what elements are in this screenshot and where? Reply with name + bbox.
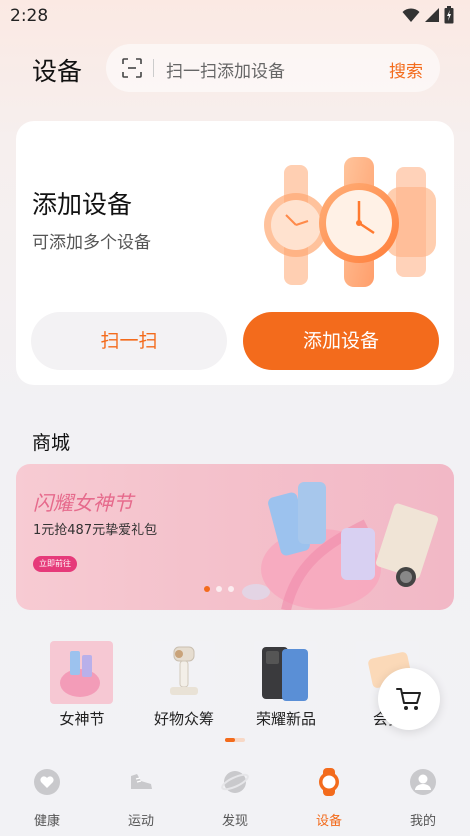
battery-icon bbox=[444, 6, 454, 24]
shortcut-crowdfunding[interactable]: 好物众筹 bbox=[134, 636, 234, 732]
scan-icon[interactable] bbox=[122, 58, 142, 78]
promo-cta-button[interactable]: 立即前往 bbox=[33, 556, 77, 572]
promo-subtitle: 1元抢487元挚爱礼包 bbox=[33, 523, 158, 538]
tab-label: 我的 bbox=[409, 814, 436, 829]
tab-label: 设备 bbox=[315, 814, 342, 829]
cart-button[interactable] bbox=[378, 668, 440, 730]
add-device-title: 添加设备 bbox=[32, 190, 133, 219]
search-divider bbox=[153, 59, 154, 77]
new-phone-thumb bbox=[254, 641, 317, 704]
banner-dot-3 bbox=[228, 586, 234, 592]
shortcut-new-products[interactable]: 荣耀新品 bbox=[236, 636, 336, 732]
planet-icon bbox=[221, 771, 249, 793]
tab-label: 运动 bbox=[127, 814, 154, 829]
cellular-signal-icon bbox=[425, 8, 439, 22]
shortcut-label: 好物众筹 bbox=[153, 710, 214, 728]
watch-icon bbox=[319, 768, 339, 796]
page-indicator-active bbox=[225, 738, 235, 742]
tab-health[interactable]: 健康 bbox=[0, 768, 94, 829]
tab-profile[interactable]: 我的 bbox=[376, 768, 470, 829]
shortcuts-page-indicator bbox=[225, 738, 245, 742]
page-title: 设备 bbox=[32, 57, 83, 86]
promo-banner[interactable]: 闪耀女神节 1元抢487元挚爱礼包 立即前往 bbox=[16, 464, 454, 610]
banner-dot-1 bbox=[204, 586, 210, 592]
shortcut-goddess-festival[interactable]: 女神节 bbox=[32, 636, 132, 732]
shoe-icon bbox=[131, 774, 152, 789]
add-device-card: 添加设备 可添加多个设备 扫一扫 添加设备 bbox=[16, 121, 454, 385]
add-device-subtitle: 可添加多个设备 bbox=[32, 233, 151, 253]
mall-section-title: 商城 bbox=[32, 432, 71, 454]
status-bar: 2:28 bbox=[0, 0, 470, 32]
tab-devices[interactable]: 设备 bbox=[282, 768, 376, 829]
bottom-tab-bar: 健康 运动 发现 设备 我的 bbox=[0, 760, 470, 836]
shortcut-label: 荣耀新品 bbox=[255, 710, 316, 728]
banner-pagination bbox=[204, 586, 234, 592]
scan-button[interactable]: 扫一扫 bbox=[31, 312, 227, 370]
profile-icon bbox=[410, 769, 436, 795]
search-bar[interactable]: 扫一扫添加设备 搜索 bbox=[106, 44, 440, 92]
tab-exercise[interactable]: 运动 bbox=[94, 768, 188, 829]
banner-dot-2 bbox=[216, 586, 222, 592]
crowdfunding-thumb bbox=[152, 641, 215, 704]
goddess-festival-thumb bbox=[50, 641, 113, 704]
promo-title: 闪耀女神节 bbox=[33, 491, 133, 515]
wifi-icon bbox=[402, 8, 420, 22]
tab-label: 健康 bbox=[33, 814, 60, 829]
status-icons bbox=[402, 6, 454, 24]
tab-discover[interactable]: 发现 bbox=[188, 768, 282, 829]
tab-label: 发现 bbox=[221, 814, 248, 829]
watch-illustration bbox=[264, 157, 436, 287]
header: 设备 扫一扫添加设备 搜索 bbox=[0, 40, 470, 96]
shortcut-label: 女神节 bbox=[59, 710, 105, 728]
add-device-button[interactable]: 添加设备 bbox=[243, 312, 439, 370]
heart-icon bbox=[34, 769, 60, 795]
cart-icon bbox=[396, 688, 421, 710]
search-button[interactable]: 搜索 bbox=[389, 57, 423, 82]
promo-products-image bbox=[242, 482, 439, 610]
status-time: 2:28 bbox=[10, 6, 49, 26]
search-input[interactable]: 扫一扫添加设备 bbox=[166, 57, 285, 82]
